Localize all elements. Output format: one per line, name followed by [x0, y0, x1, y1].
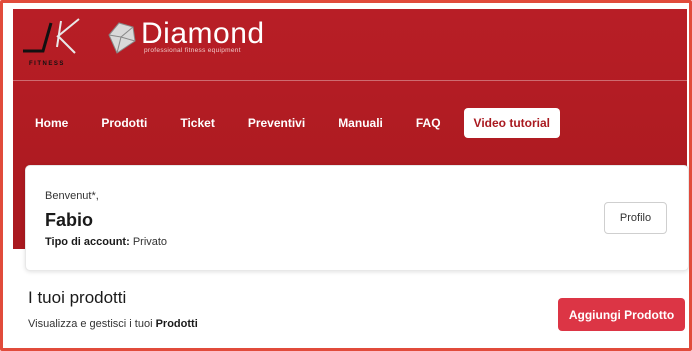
nav-item-video-tutorial[interactable]: Video tutorial — [463, 108, 560, 138]
products-subtitle-strong: Prodotti — [155, 318, 198, 330]
account-type-value: Privato — [132, 236, 168, 248]
diamond-icon — [108, 22, 136, 54]
jk-monogram-icon — [23, 18, 80, 54]
nav-item-faq[interactable]: FAQ — [406, 109, 451, 137]
diamond-tagline: professional fitness equipment — [144, 47, 241, 54]
jk-subtitle: FITNESS — [29, 61, 65, 67]
nav-item-manuali[interactable]: Manuali — [328, 109, 393, 137]
profile-button[interactable]: Profilo — [604, 202, 667, 234]
account-type-label: Tipo di account: — [45, 236, 130, 248]
welcome-greeting: Benvenut*, — [45, 190, 99, 202]
jk-fitness-logo[interactable]: FITNESS — [21, 17, 91, 72]
diamond-logo[interactable]: Diamond professional fitness equipment — [105, 17, 270, 61]
page-frame: FITNESS Diamond professional fitness equ… — [0, 0, 692, 351]
user-name: Fabio — [45, 210, 93, 230]
account-type: Tipo di account: Privato — [45, 236, 167, 248]
nav-item-home[interactable]: Home — [25, 109, 78, 137]
diamond-wordmark: Diamond — [141, 17, 265, 50]
products-subtitle-text: Visualizza e gestisci i tuoi — [28, 318, 153, 330]
nav-item-ticket[interactable]: Ticket — [170, 109, 224, 137]
nav-item-prodotti[interactable]: Prodotti — [91, 109, 157, 137]
logo-row: FITNESS Diamond professional fitness equ… — [13, 9, 687, 79]
main-nav: Home Prodotti Ticket Preventivi Manuali … — [25, 108, 573, 138]
welcome-card: Benvenut*, Fabio Tipo di account: Privat… — [25, 165, 689, 271]
products-title: I tuoi prodotti — [28, 288, 127, 307]
nav-item-preventivi[interactable]: Preventivi — [238, 109, 315, 137]
add-product-button[interactable]: Aggiungi Prodotto — [558, 298, 685, 331]
products-subtitle: Visualizza e gestisci i tuoi Prodotti — [28, 318, 198, 330]
header-divider — [13, 80, 687, 81]
